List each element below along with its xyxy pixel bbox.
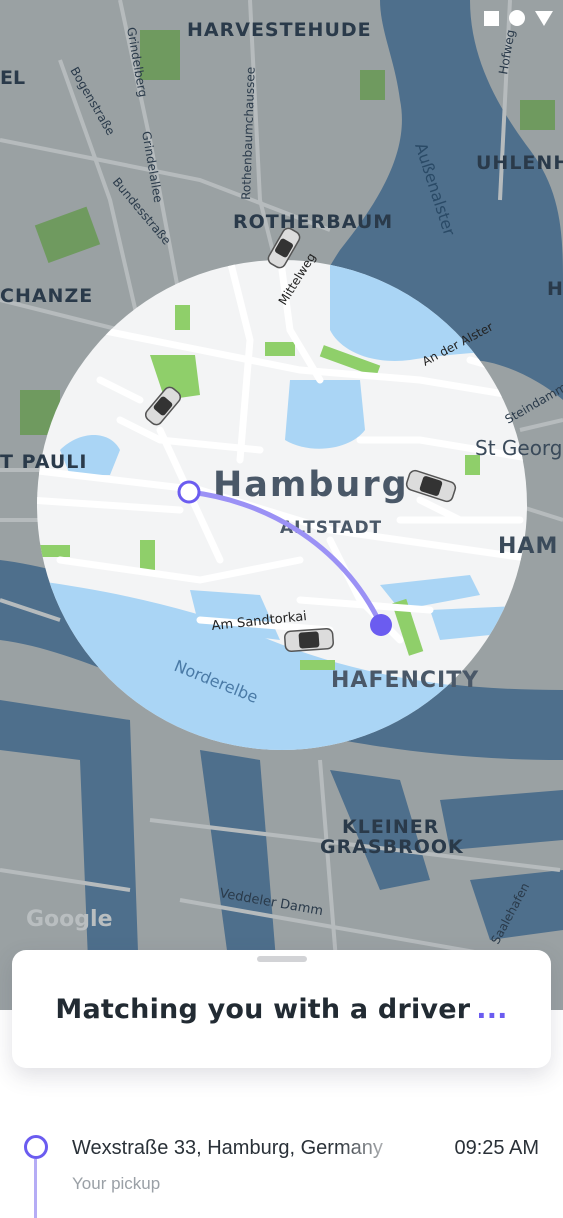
circle-icon — [509, 10, 525, 26]
pickup-address: Wexstraße 33, Hamburg, Germany — [72, 1137, 383, 1159]
label-h-right: H — [547, 278, 563, 300]
drag-handle[interactable] — [257, 956, 307, 962]
label-harvestehude: HARVESTEHUDE — [187, 19, 372, 41]
label-grasbrook: GRASBROOK — [320, 836, 464, 858]
pickup-dot-icon — [24, 1135, 48, 1159]
pickup-time: 09:25 AM — [454, 1137, 539, 1159]
label-hafencity: HAFENCITY — [331, 668, 479, 693]
square-icon — [484, 10, 499, 26]
timeline-line — [34, 1159, 37, 1218]
map-view[interactable]: HARVESTEHUDE EL UHLENH H ROTHERBAUM CHAN… — [0, 0, 563, 1010]
car-icon — [284, 628, 334, 652]
label-kleiner: KLEINER — [342, 816, 439, 838]
label-schanze: CHANZE — [0, 285, 93, 307]
triangle-icon — [535, 10, 553, 26]
label-st-pauli: T PAULI — [0, 451, 87, 473]
pickup-marker — [177, 480, 201, 504]
pickup-row[interactable]: Wexstraße 33, Hamburg, Germany 09:25 AM … — [0, 1130, 563, 1218]
status-bar — [484, 10, 553, 26]
label-uhlenh: UHLENH — [476, 152, 563, 174]
label-st-georg: St Georg — [475, 436, 563, 460]
loading-dots: ... — [476, 994, 508, 1025]
label-el: EL — [0, 67, 25, 89]
pickup-label: Your pickup — [72, 1174, 161, 1193]
label-rotherbaum: ROTHERBAUM — [233, 211, 393, 233]
google-logo: Google — [26, 907, 113, 932]
label-ham-right: HAM — [498, 534, 558, 559]
matching-text: Matching you with a driver — [55, 994, 471, 1025]
dropoff-marker — [370, 614, 392, 636]
matching-title: Matching you with a driver... — [12, 994, 551, 1025]
label-hamburg: Hamburg — [213, 465, 409, 505]
map-canvas: HARVESTEHUDE EL UHLENH H ROTHERBAUM CHAN… — [0, 0, 563, 1010]
matching-card[interactable]: Matching you with a driver... — [12, 950, 551, 1068]
